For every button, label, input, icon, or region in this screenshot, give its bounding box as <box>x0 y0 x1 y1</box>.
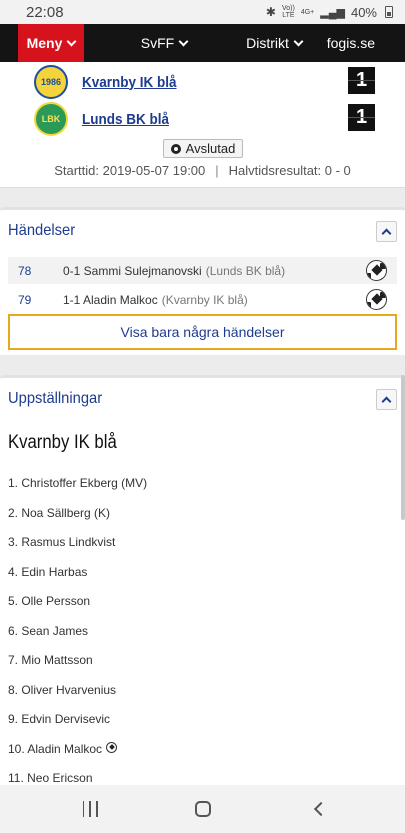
events-collapse-button[interactable] <box>376 221 397 242</box>
player-list: 1. Christoffer Ekberg (MV) 2. Noa Sällbe… <box>8 476 147 801</box>
status-icon <box>170 143 181 154</box>
list-item: 4. Edin Harbas <box>8 564 88 579</box>
away-team-link[interactable]: Lunds BK blå <box>82 111 169 128</box>
signal-icon: ▂▄▆ <box>320 6 345 19</box>
list-item: 9. Edvin Dervisevic <box>8 712 111 726</box>
distrikt-label: Distrikt <box>246 35 289 51</box>
goal-ball-icon <box>106 741 118 753</box>
event-row: 78 0-1 Sammi Sulejmanovski (Lunds BK blå… <box>8 257 397 284</box>
chevron-down-icon <box>66 36 77 46</box>
event-text: 1-1 Aladin Malkoc <box>63 292 158 307</box>
event-minute: 79 <box>18 292 32 307</box>
menu-button[interactable]: Meny <box>18 24 84 62</box>
event-row: 79 1-1 Aladin Malkoc (Kvarnby IK blå) <box>8 286 397 313</box>
away-score: 1 <box>348 104 375 131</box>
home-score: 1 <box>348 67 375 94</box>
event-minute: 78 <box>18 263 32 278</box>
away-team: LBK Lunds BK blå <box>34 102 179 136</box>
list-item: 7. Mio Mattsson <box>8 653 93 667</box>
menu-label: Meny <box>26 35 63 51</box>
event-text: 0-1 Sammi Sulejmanovski <box>63 263 202 278</box>
svff-label: SvFF <box>140 35 175 51</box>
status-label: Avslutad <box>185 141 236 156</box>
lineup-team-heading: Kvarnby IK blå <box>8 432 117 453</box>
page-scrollbar[interactable] <box>401 375 405 520</box>
list-item: 6. Sean James <box>8 623 89 638</box>
match-status-badge: Avslutad <box>163 139 243 158</box>
system-nav-bar <box>0 785 405 833</box>
event-team: (Lunds BK blå) <box>205 263 286 278</box>
lineups-collapse-button[interactable] <box>376 389 397 410</box>
home-team: 1986 Kvarnby IK blå <box>34 65 187 99</box>
fogis-link[interactable]: fogis.se <box>327 24 405 62</box>
home-team-link[interactable]: Kvarnby IK blå <box>82 74 177 91</box>
chevron-up-icon <box>381 228 392 238</box>
lineups-panel: Uppställningar Kvarnby IK blå 1. Christo… <box>0 375 405 785</box>
recent-apps-icon[interactable] <box>80 799 100 819</box>
svff-menu-button[interactable]: SvFF <box>114 24 214 62</box>
distrikt-menu-button[interactable]: Distrikt <box>224 24 324 62</box>
chevron-down-icon <box>178 36 189 46</box>
battery-percent: 40% <box>350 4 377 20</box>
goal-ball-icon <box>366 289 387 310</box>
back-icon[interactable] <box>309 799 329 819</box>
start-time: Starttid: 2019-05-07 19:00 <box>54 163 206 178</box>
list-item: 5. Olle Persson <box>8 594 91 608</box>
list-item: 1. Christoffer Ekberg (MV) <box>8 476 148 490</box>
volte-indicator: Vo)) LTE <box>281 5 295 19</box>
chevron-up-icon <box>381 396 392 406</box>
top-nav: Meny SvFF Distrikt fogis.se <box>0 24 405 62</box>
show-some-events-button[interactable]: Visa bara några händelser <box>8 314 397 350</box>
match-card: 1986 Kvarnby IK blå 1 LBK Lunds BK blå 1… <box>0 62 405 188</box>
clock: 22:08 <box>26 3 64 21</box>
events-title: Händelser <box>8 222 76 239</box>
lunds-logo: LBK <box>34 102 68 136</box>
status-icons: ✱ Vo)) LTE 4G+ ▂▄▆ 40% <box>266 5 393 20</box>
list-item: 3. Rasmus Lindkvist <box>8 535 116 549</box>
battery-icon <box>385 6 393 18</box>
home-icon[interactable] <box>193 799 213 819</box>
kvarnby-logo: 1986 <box>34 65 68 99</box>
goal-ball-icon <box>366 260 387 281</box>
event-team: (Kvarnby IK blå) <box>161 292 248 307</box>
list-item: 2. Noa Sällberg (K) <box>8 505 111 520</box>
chevron-down-icon <box>293 36 304 46</box>
list-item: 10. Aladin Malkoc <box>8 741 147 772</box>
status-bar: 22:08 ✱ Vo)) LTE 4G+ ▂▄▆ 40% <box>0 0 405 24</box>
match-info: Starttid: 2019-05-07 19:00 | Halvtidsresul… <box>54 163 351 178</box>
events-panel: Händelser 78 0-1 Sammi Sulejmanovski (Lu… <box>0 207 405 355</box>
halftime-result: Halvtidsresultat: 0 - 0 <box>228 163 351 178</box>
list-item: 8. Oliver Hvarvenius <box>8 682 117 697</box>
network-indicator: 4G+ <box>300 8 315 16</box>
lineups-title: Uppställningar <box>8 390 103 407</box>
bluetooth-icon: ✱ <box>265 5 276 19</box>
